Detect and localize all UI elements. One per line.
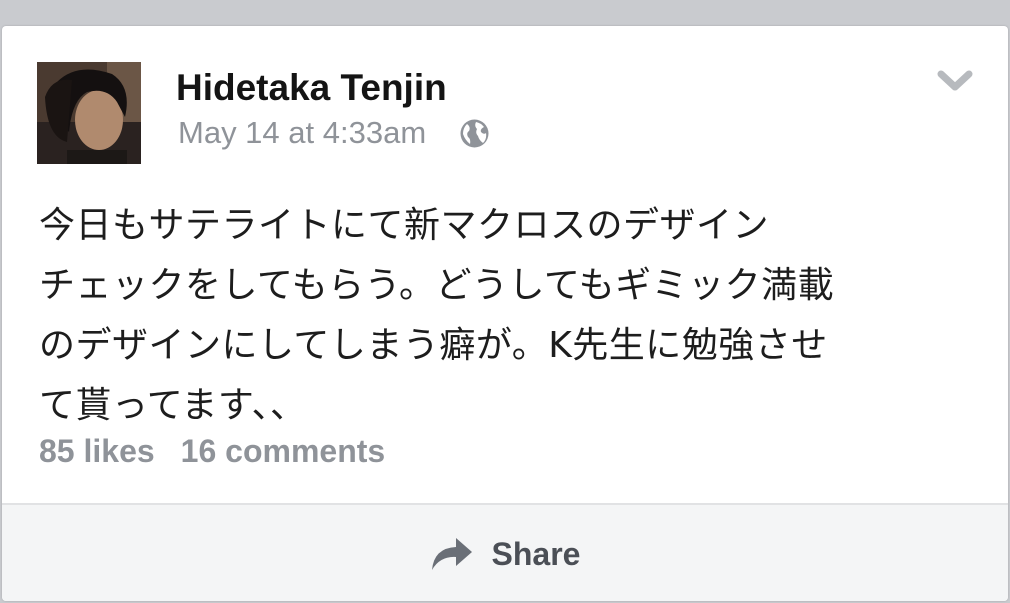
globe-icon: [459, 118, 490, 149]
post-card: Hidetaka Tenjin May 14 at 4:33am 今日もサテライ…: [2, 26, 1008, 601]
author-name[interactable]: Hidetaka Tenjin: [176, 66, 447, 110]
author-avatar[interactable]: [37, 62, 141, 164]
action-bar: Share: [2, 503, 1008, 601]
post-text-line: チェックをしてもらう。どうしてもギミック満載: [39, 265, 835, 306]
post-text-line: て貰ってます、、: [39, 385, 307, 426]
post-text: 今日もサテライトにて新マクロスのデザイン チェックをしてもらう。どうしてもギミッ…: [39, 196, 979, 436]
avatar-photo: [37, 62, 141, 164]
likes-count[interactable]: 85 likes: [39, 433, 155, 470]
post-timestamp[interactable]: May 14 at 4:33am: [178, 115, 426, 151]
post-stats: 85 likes 16 comments: [39, 433, 385, 470]
share-arrow-icon: [430, 536, 474, 572]
share-button[interactable]: Share: [2, 505, 1008, 601]
share-label: Share: [491, 535, 581, 572]
chevron-down-icon[interactable]: [936, 68, 974, 94]
post-meta: May 14 at 4:33am: [178, 113, 490, 153]
comments-count[interactable]: 16 comments: [181, 433, 386, 470]
post-text-line: 今日もサテライトにて新マクロスのデザイン: [39, 205, 770, 246]
post-text-line: のデザインにしてしまう癖が。K先生に勉強させ: [39, 325, 828, 366]
